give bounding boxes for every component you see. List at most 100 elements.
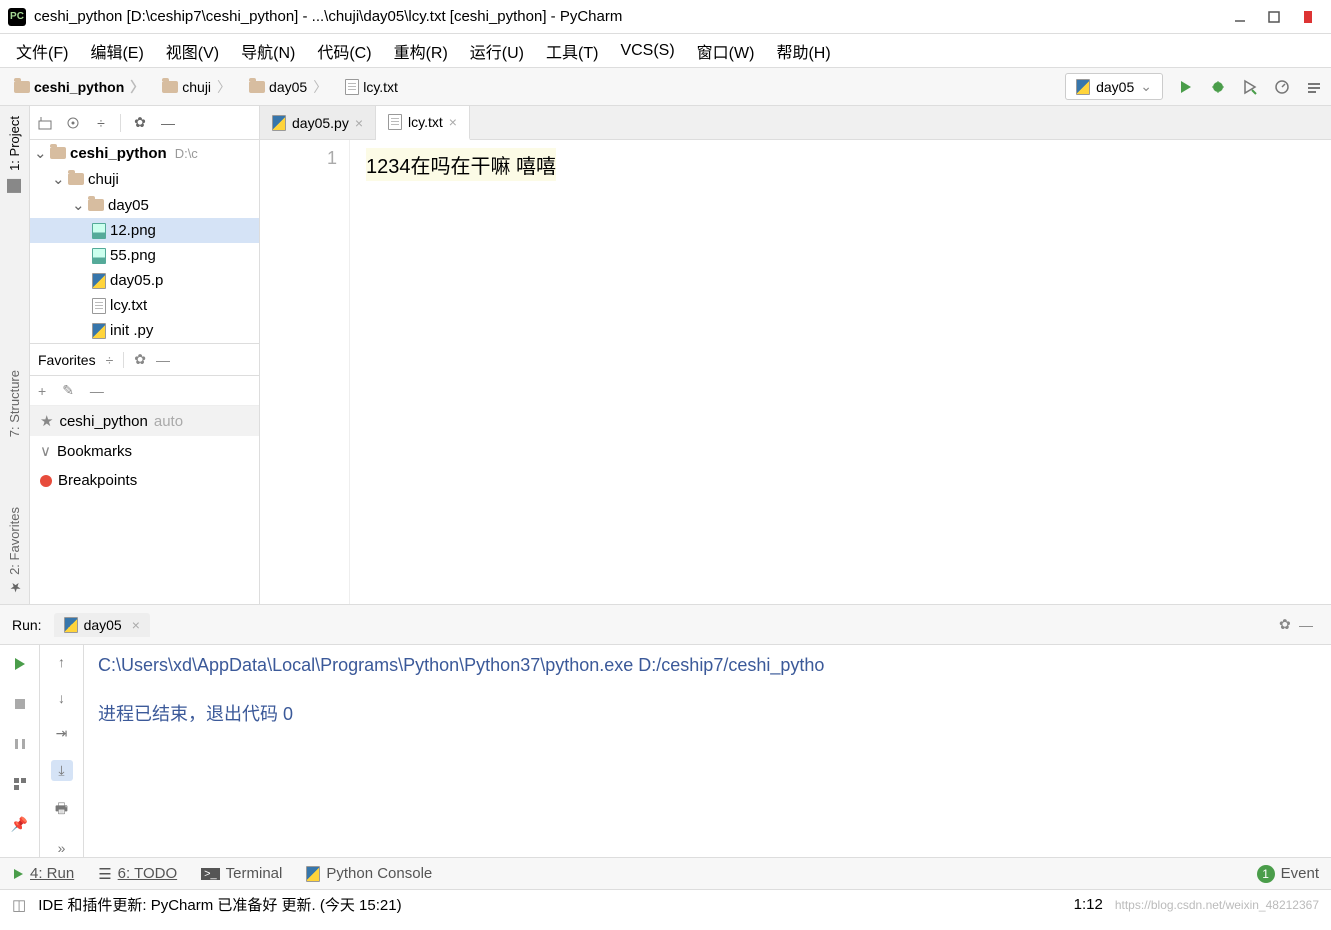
- pycharm-icon: PC: [8, 8, 26, 26]
- edit-favorite-button[interactable]: ✎: [62, 382, 74, 399]
- locate-icon[interactable]: [64, 114, 82, 132]
- editor-content[interactable]: 1234在吗在干嘛 嘻嘻: [350, 140, 556, 604]
- line-number-gutter: 1: [260, 140, 350, 604]
- output-line: 进程已结束，退出代码 0: [98, 700, 1317, 726]
- menu-code[interactable]: 代码(C): [311, 35, 377, 67]
- hide-icon[interactable]: —: [156, 352, 170, 368]
- tool-favorites-tab[interactable]: ★2: Favorites: [7, 507, 22, 594]
- tree-file-12png[interactable]: 12.png: [30, 218, 259, 243]
- favorite-bookmarks[interactable]: ∨Bookmarks: [30, 436, 259, 466]
- watermark: https://blog.csdn.net/weixin_48212367: [1115, 898, 1319, 912]
- editor-tabs: day05.py× lcy.txt×: [260, 106, 1331, 140]
- tree-root[interactable]: ⌄ceshi_pythonD:\c: [30, 140, 259, 166]
- menu-tools[interactable]: 工具(T): [540, 35, 604, 67]
- menu-run[interactable]: 运行(U): [464, 35, 530, 67]
- breadcrumb[interactable]: ceshi_python〉 chuji〉 day05〉 lcy.txt: [8, 73, 1065, 101]
- tree-file-55png[interactable]: 55.png: [30, 243, 259, 268]
- run-tools-secondary: ↑ ↓ ⇥ ⤓ 🖶 »: [40, 645, 84, 857]
- tab-day05py[interactable]: day05.py×: [260, 106, 376, 139]
- run-config-label: day05: [1096, 79, 1134, 95]
- close-tab-icon[interactable]: ×: [449, 114, 457, 130]
- menu-refactor[interactable]: 重构(R): [388, 35, 454, 67]
- tree-day05[interactable]: ⌄day05: [30, 192, 259, 218]
- run-label: Run:: [12, 617, 42, 633]
- pause-button[interactable]: [9, 733, 31, 755]
- layout-button[interactable]: [9, 773, 31, 795]
- close-icon[interactable]: ×: [132, 617, 140, 633]
- tree-file-day05py[interactable]: day05.p: [30, 268, 259, 293]
- menu-view[interactable]: 视图(V): [160, 35, 225, 67]
- more-icon[interactable]: »: [51, 839, 73, 857]
- panel-toolbar: ÷ ✿ —: [30, 106, 259, 140]
- tree-chuji[interactable]: ⌄chuji: [30, 166, 259, 192]
- stop-button[interactable]: [9, 693, 31, 715]
- editor-area: day05.py× lcy.txt× 1 1234在吗在干嘛 嘻嘻: [260, 106, 1331, 604]
- maximize-button[interactable]: [1259, 7, 1289, 27]
- terminal-icon: >_: [201, 868, 220, 880]
- remove-favorite-button[interactable]: —: [90, 383, 104, 399]
- menu-vcs[interactable]: VCS(S): [614, 38, 680, 64]
- down-arrow-icon[interactable]: ↓: [51, 689, 73, 707]
- up-arrow-icon[interactable]: ↑: [51, 653, 73, 671]
- gear-icon[interactable]: ✿: [134, 351, 146, 368]
- run-coverage-button[interactable]: [1241, 78, 1259, 96]
- output-line: C:\Users\xd\AppData\Local\Programs\Pytho…: [98, 655, 1317, 676]
- tool-structure-tab[interactable]: 7: Structure: [7, 370, 22, 437]
- favorite-breakpoints[interactable]: Breakpoints: [30, 466, 259, 495]
- scroll-end-icon[interactable]: ⤓: [51, 760, 73, 781]
- add-favorite-button[interactable]: +: [38, 383, 46, 399]
- select-target-icon[interactable]: [36, 114, 54, 132]
- title-bar: PC ceshi_python [D:\ceship7\ceshi_python…: [0, 0, 1331, 34]
- editor[interactable]: 1 1234在吗在干嘛 嘻嘻: [260, 140, 1331, 604]
- project-panel: ÷ ✿ — ⌄ceshi_pythonD:\c ⌄chuji ⌄day05 12…: [30, 106, 260, 604]
- pin-button[interactable]: 📌: [9, 813, 31, 835]
- status-message: IDE 和插件更新: PyCharm 已准备好 更新. (今天 15:21): [38, 894, 401, 915]
- bottom-run-button[interactable]: 4: Run: [12, 865, 74, 882]
- menu-window[interactable]: 窗口(W): [691, 35, 761, 67]
- folder-icon: [249, 81, 265, 93]
- hide-icon[interactable]: —: [159, 114, 177, 132]
- run-config-dropdown[interactable]: day05 ⌄: [1065, 73, 1163, 100]
- run-tab[interactable]: day05×: [54, 613, 150, 637]
- hide-icon[interactable]: —: [1299, 617, 1319, 633]
- print-icon[interactable]: 🖶: [51, 799, 73, 821]
- menu-navigate[interactable]: 导航(N): [235, 35, 301, 67]
- bottom-event-log-button[interactable]: 1Event: [1257, 865, 1319, 883]
- bottom-python-console-button[interactable]: Python Console: [306, 865, 432, 882]
- menu-file[interactable]: 文件(F): [10, 35, 74, 67]
- tree-file-lcytxt[interactable]: lcy.txt: [30, 293, 259, 318]
- profile-button[interactable]: [1273, 78, 1291, 96]
- bottom-todo-button[interactable]: ☰6: TODO: [98, 865, 177, 883]
- collapse-icon[interactable]: ÷: [106, 352, 114, 368]
- tool-project-tab[interactable]: 1: Project: [7, 116, 22, 193]
- crumb-chuji[interactable]: chuji〉: [156, 73, 239, 101]
- collapse-icon[interactable]: ÷: [92, 114, 110, 132]
- minimize-button[interactable]: [1225, 7, 1255, 27]
- crumb-day05[interactable]: day05〉: [243, 73, 335, 101]
- favorite-project[interactable]: ★ceshi_python auto: [30, 406, 259, 436]
- rerun-button[interactable]: [9, 653, 31, 675]
- search-everywhere-button[interactable]: [1305, 78, 1323, 96]
- run-output[interactable]: C:\Users\xd\AppData\Local\Programs\Pytho…: [84, 645, 1331, 857]
- gear-icon[interactable]: ✿: [1279, 616, 1299, 633]
- quick-access-icon[interactable]: ◫: [12, 896, 26, 914]
- folder-icon: [50, 147, 66, 159]
- menu-edit[interactable]: 编辑(E): [84, 35, 149, 67]
- run-button[interactable]: [1177, 78, 1195, 96]
- bottom-terminal-button[interactable]: >_Terminal: [201, 865, 282, 882]
- tab-lcytxt[interactable]: lcy.txt×: [376, 106, 470, 140]
- run-tools-primary: 📌: [0, 645, 40, 857]
- folder-icon: [88, 199, 104, 211]
- crumb-file[interactable]: lcy.txt: [339, 75, 404, 99]
- debug-button[interactable]: [1209, 78, 1227, 96]
- cursor-position[interactable]: 1:12: [1074, 896, 1103, 913]
- gear-icon[interactable]: ✿: [131, 114, 149, 132]
- tree-file-initpy[interactable]: init .py: [30, 318, 259, 343]
- crumb-root[interactable]: ceshi_python〉: [8, 73, 152, 101]
- menu-help[interactable]: 帮助(H): [770, 35, 836, 67]
- soft-wrap-icon[interactable]: ⇥: [51, 725, 73, 743]
- close-button[interactable]: [1293, 7, 1323, 27]
- project-tree[interactable]: ⌄ceshi_pythonD:\c ⌄chuji ⌄day05 12.png 5…: [30, 140, 259, 343]
- close-tab-icon[interactable]: ×: [355, 115, 363, 131]
- text-file-icon: [345, 79, 359, 95]
